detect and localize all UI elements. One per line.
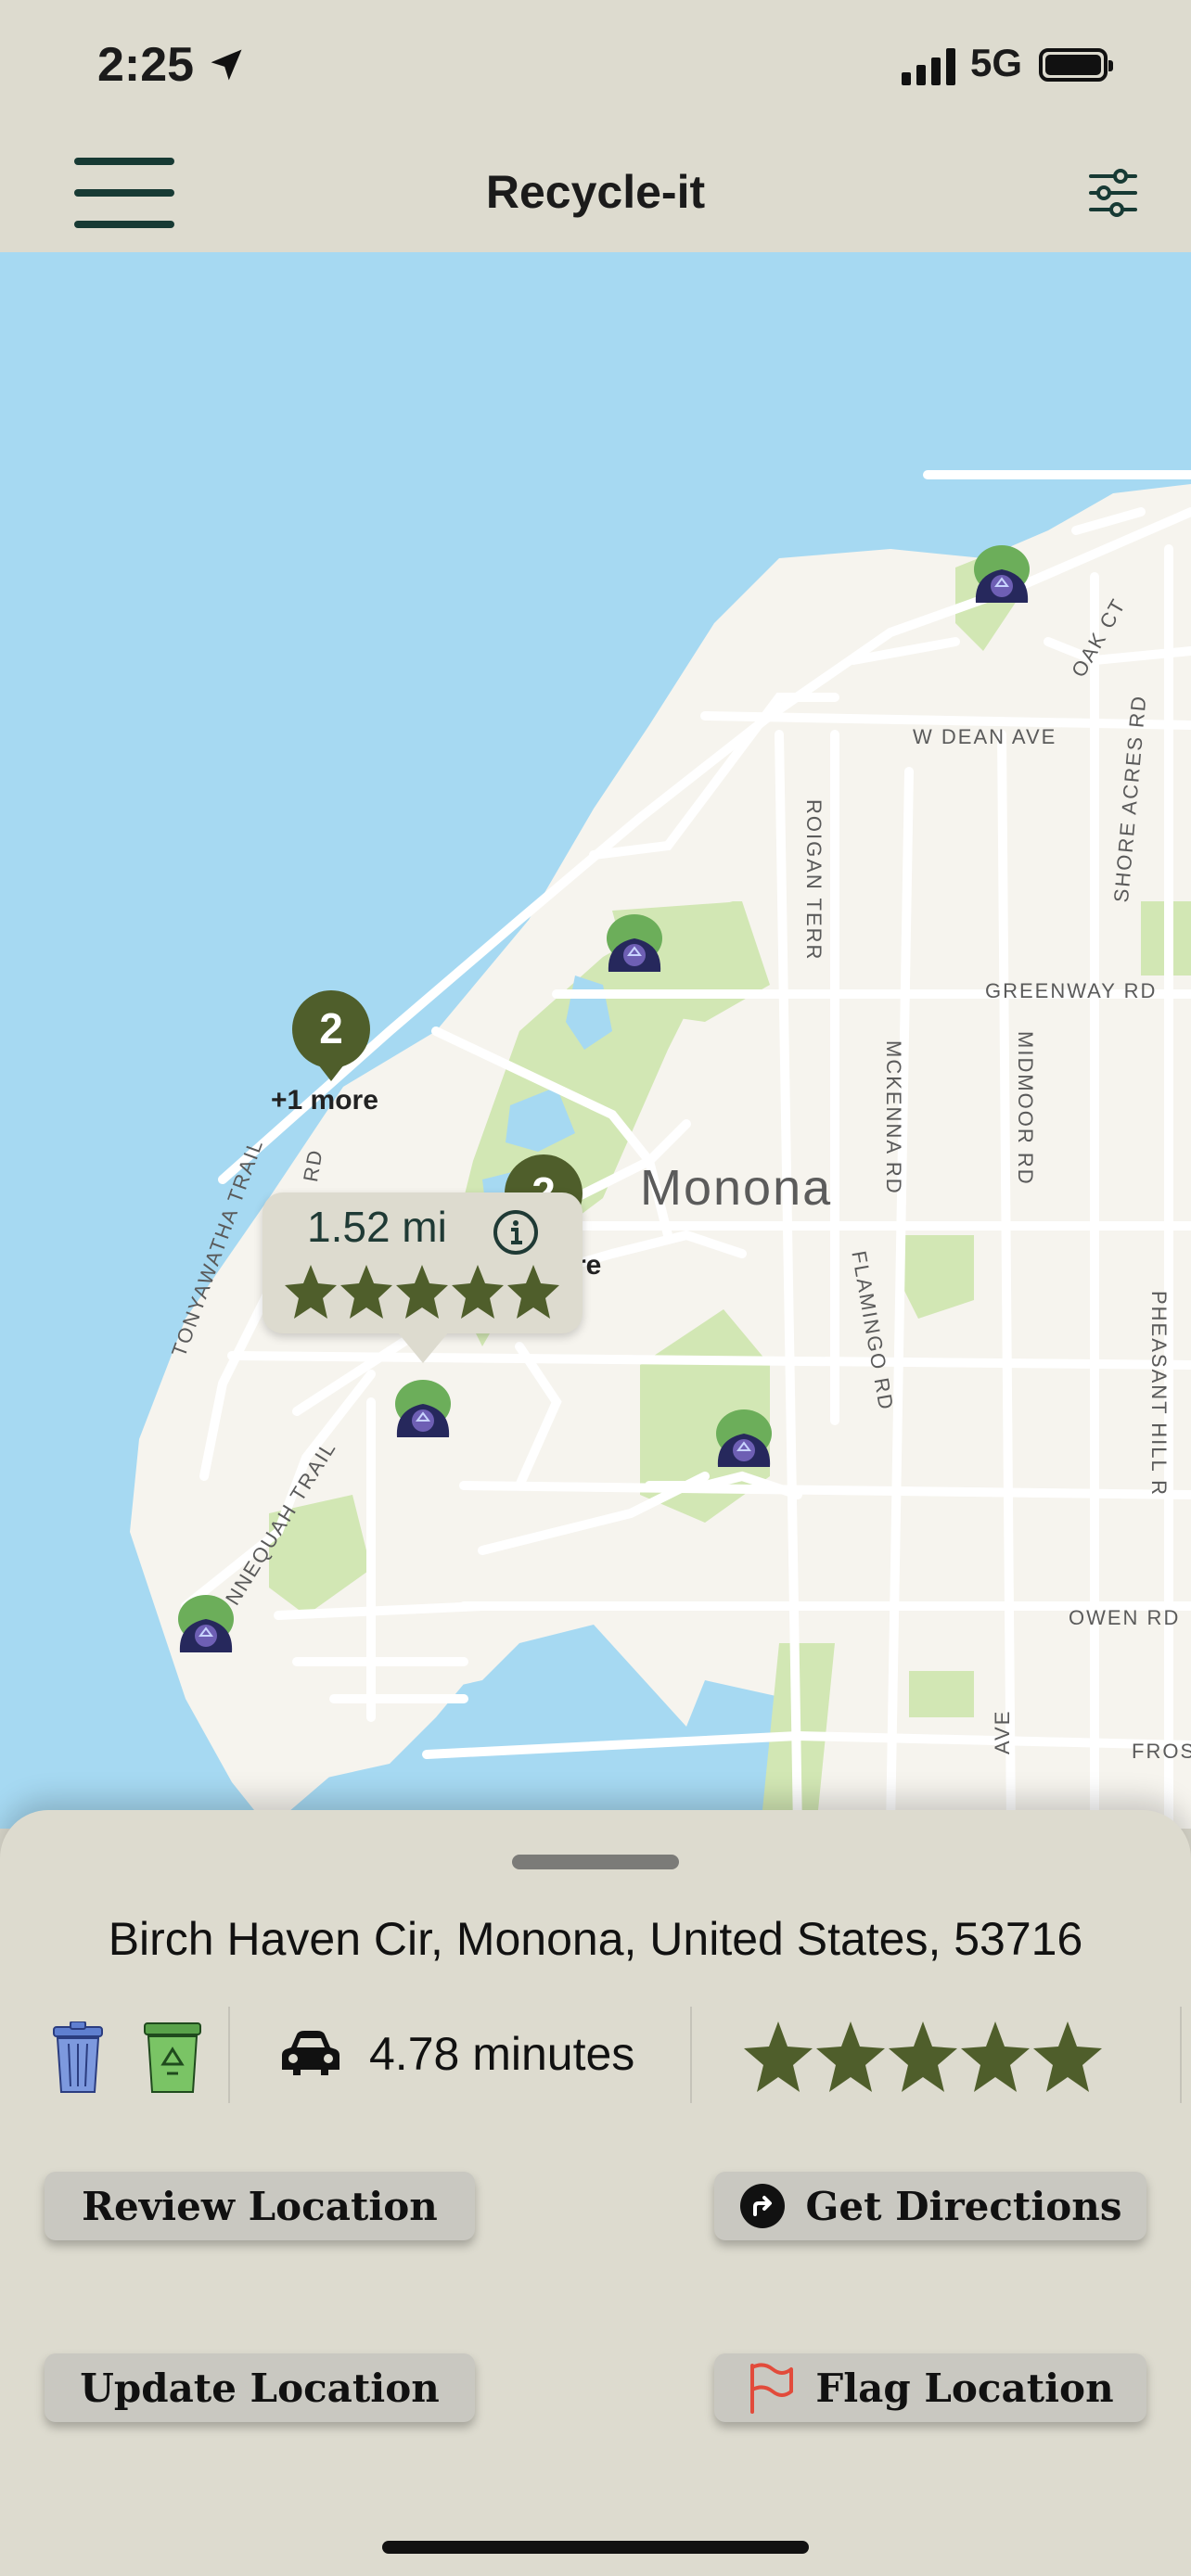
recycle-bin-icon — [144, 2022, 201, 2093]
get-directions-button[interactable]: Get Directions — [714, 2172, 1146, 2240]
status-time: 2:25 — [97, 38, 195, 92]
get-directions-label: Get Directions — [805, 2183, 1122, 2229]
sheet-grabber[interactable] — [512, 1855, 679, 1869]
recycle-location-pin-icon[interactable] — [707, 1402, 781, 1480]
trash-bin-icon — [53, 2021, 103, 2093]
flag-location-label: Flag Location — [815, 2365, 1114, 2411]
update-location-label: Update Location — [80, 2365, 440, 2411]
street-label-midmoor-rd: MIDMOOR RD — [1014, 1031, 1037, 1186]
location-arrow-icon — [211, 49, 242, 81]
network-type: 5G — [970, 41, 1023, 84]
info-icon[interactable] — [491, 1207, 541, 1257]
recycle-location-pin-icon[interactable] — [597, 907, 672, 985]
cluster-marker-tip — [318, 1065, 344, 1081]
review-location-button[interactable]: Review Location — [45, 2172, 475, 2240]
rating-stars — [744, 2021, 1102, 2092]
street-label-w-dean-ave: W DEAN AVE — [913, 725, 1057, 748]
update-location-button[interactable]: Update Location — [45, 2353, 475, 2422]
street-label-roigan-terr: ROIGAN TERR — [802, 799, 826, 962]
street-label-mckenna-rd: MCKENNA RD — [882, 1040, 905, 1195]
cellular-signal-icon — [902, 48, 957, 85]
app-title: Recycle-it — [485, 166, 706, 218]
divider — [228, 2007, 230, 2103]
divider — [690, 2007, 692, 2103]
recycle-location-pin-icon[interactable] — [386, 1372, 460, 1450]
flag-icon — [750, 2363, 794, 2414]
location-address: Birch Haven Cir, Monona, United States, … — [108, 1913, 1083, 1965]
location-detail-sheet[interactable]: Birch Haven Cir, Monona, United States, … — [0, 1810, 1191, 2576]
cluster-marker[interactable]: 2 — [292, 990, 370, 1068]
callout-rating-stars — [285, 1265, 559, 1319]
status-bar: 2:25 5G — [0, 0, 1191, 139]
street-label-pheasant-hill-rd: PHEASANT HILL R — [1147, 1291, 1171, 1497]
review-location-label: Review Location — [82, 2183, 438, 2229]
recycle-location-pin-icon[interactable] — [169, 1588, 243, 1665]
street-label-owen-rd: OWEN RD — [1069, 1606, 1181, 1629]
cluster-more-label: +1 more — [271, 1085, 378, 1116]
street-label-greenway-rd: GREENWAY RD — [985, 979, 1158, 1002]
town-label: Monona — [640, 1160, 833, 1216]
battery-icon — [1039, 48, 1113, 82]
filter-icon[interactable] — [1085, 165, 1141, 221]
callout-distance: 1.52 mi — [307, 1203, 447, 1251]
directions-icon — [739, 2184, 785, 2228]
callout-pointer — [397, 1332, 449, 1363]
divider — [1180, 2007, 1182, 2103]
car-icon — [282, 2031, 339, 2075]
street-label-fros: FROS — [1132, 1740, 1191, 1763]
recycle-location-pin-icon[interactable] — [965, 538, 1039, 616]
flag-location-button[interactable]: Flag Location — [714, 2353, 1146, 2422]
home-indicator[interactable] — [382, 2541, 809, 2554]
location-callout[interactable]: 1.52 mi — [263, 1192, 583, 1333]
street-label-ave: AVE — [991, 1709, 1014, 1754]
drive-time: 4.78 minutes — [369, 2028, 635, 2080]
